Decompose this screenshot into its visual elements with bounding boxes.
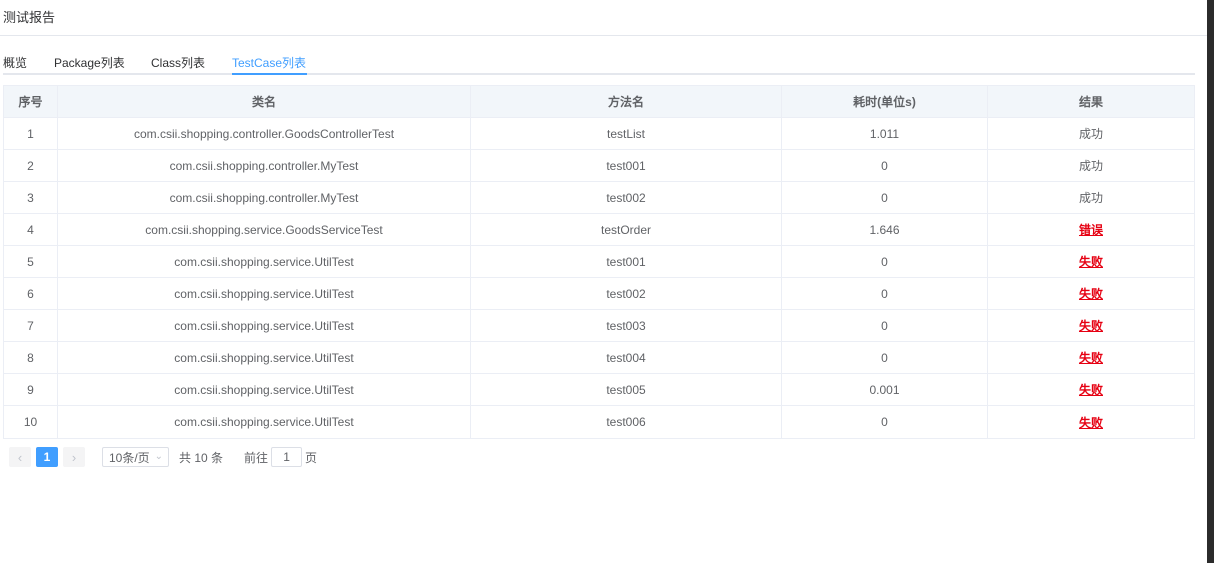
table-row: 4 com.csii.shopping.service.GoodsServiceT… <box>4 214 1194 246</box>
page-size-value: 10条/页 <box>109 450 150 465</box>
cell-result[interactable]: 失败 <box>988 278 1194 309</box>
column-header-method: 方法名 <box>471 86 782 117</box>
cell-index: 6 <box>4 278 58 309</box>
cell-class-name: com.csii.shopping.service.UtilTest <box>58 246 471 277</box>
cell-method-name: test003 <box>471 310 782 341</box>
cell-index: 5 <box>4 246 58 277</box>
cell-class-name: com.csii.shopping.service.GoodsServiceTe… <box>58 214 471 245</box>
cell-result: 成功 <box>1078 191 1103 205</box>
cell-class-name: com.csii.shopping.controller.MyTest <box>58 150 471 181</box>
cell-result[interactable]: 失败 <box>988 406 1194 438</box>
goto-unit: 页 <box>305 450 318 465</box>
table-row: 7 com.csii.shopping.service.UtilTest test0… <box>4 310 1194 342</box>
cell-duration: 1.646 <box>782 214 988 245</box>
cell-method-name: test005 <box>471 374 782 405</box>
cell-class-name: com.csii.shopping.service.UtilTest <box>58 342 471 373</box>
table-row: 10 com.csii.shopping.service.UtilTest test… <box>4 406 1194 438</box>
cell-result[interactable]: 失败 <box>988 374 1194 405</box>
tab-bar: 概览 Package列表 Class列表 TestCase列表 <box>3 48 1195 75</box>
table-row: 5 com.csii.shopping.service.UtilTest test0… <box>4 246 1194 278</box>
cell-class-name: com.csii.shopping.service.UtilTest <box>58 374 471 405</box>
table-row: 1 com.csii.shopping.controller.GoodsContr… <box>4 118 1194 150</box>
table-row: 8 com.csii.shopping.service.UtilTest test0… <box>4 342 1194 374</box>
testcase-table: 序号 类名 方法名 耗时(单位s) 结果 1 com.csii.shopping.… <box>3 85 1195 439</box>
cell-result[interactable]: 失败 <box>988 342 1194 373</box>
cell-method-name: test002 <box>471 278 782 309</box>
tab-overview[interactable]: 概览 <box>3 54 27 75</box>
table-row: 2 com.csii.shopping.controller.MyTest test… <box>4 150 1194 182</box>
cell-duration: 0 <box>782 406 988 438</box>
active-tab-indicator <box>232 73 307 75</box>
cell-class-name: com.csii.shopping.service.UtilTest <box>58 278 471 309</box>
pagination: ‹ 1 › 10条/页 ⌄ 共 10 条 前往 1 页 <box>9 447 317 467</box>
cell-index: 3 <box>4 182 58 213</box>
cell-method-name: test006 <box>471 406 782 438</box>
chevron-left-icon[interactable]: ‹ <box>9 447 31 467</box>
total-count: 共 10 条 <box>179 450 224 465</box>
cell-duration: 0 <box>782 278 988 309</box>
chevron-down-icon: ⌄ <box>154 451 163 462</box>
cell-class-name: com.csii.shopping.service.UtilTest <box>58 406 471 438</box>
tab-package-list[interactable]: Package列表 <box>54 54 125 75</box>
cell-index: 9 <box>4 374 58 405</box>
table-row: 6 com.csii.shopping.service.UtilTest test0… <box>4 278 1194 310</box>
cell-index: 7 <box>4 310 58 341</box>
cell-result: 成功 <box>1078 159 1103 173</box>
cell-duration: 1.011 <box>782 118 988 149</box>
column-header-result: 结果 <box>1078 95 1103 109</box>
cell-duration: 0 <box>782 246 988 277</box>
cell-duration: 0.001 <box>782 374 988 405</box>
cell-result[interactable]: 失败 <box>988 310 1194 341</box>
cell-duration: 0 <box>782 182 988 213</box>
tab-class-list[interactable]: Class列表 <box>151 54 205 75</box>
cell-index: 2 <box>4 150 58 181</box>
cell-duration: 0 <box>782 310 988 341</box>
page-header: 测试报告 <box>0 0 1207 36</box>
cell-class-name: com.csii.shopping.controller.GoodsContro… <box>58 118 471 149</box>
cell-index: 10 <box>4 406 58 438</box>
cell-class-name: com.csii.shopping.service.UtilTest <box>58 310 471 341</box>
cell-result[interactable]: 失败 <box>988 246 1194 277</box>
tab-testcase-list[interactable]: TestCase列表 <box>232 54 306 75</box>
cell-result: 成功 <box>1078 127 1103 141</box>
cell-method-name: test001 <box>471 246 782 277</box>
cell-index: 1 <box>4 118 58 149</box>
table-row: 9 com.csii.shopping.service.UtilTest test0… <box>4 374 1194 406</box>
page-number-current[interactable]: 1 <box>36 447 58 467</box>
cell-result[interactable]: 错误 <box>988 214 1194 245</box>
cell-index: 4 <box>4 214 58 245</box>
cell-method-name: test001 <box>471 150 782 181</box>
table-row: 3 com.csii.shopping.controller.MyTest test… <box>4 182 1194 214</box>
goto-label: 前往 <box>244 450 269 465</box>
cell-duration: 0 <box>782 150 988 181</box>
page-title: 测试报告 <box>3 10 56 25</box>
chevron-right-icon[interactable]: › <box>63 447 85 467</box>
window-edge <box>1207 0 1214 563</box>
column-header-class: 类名 <box>58 86 471 117</box>
column-header-duration: 耗时(单位s) <box>782 86 988 117</box>
cell-duration: 0 <box>782 342 988 373</box>
cell-method-name: testList <box>471 118 782 149</box>
column-header-index: 序号 <box>4 86 58 117</box>
cell-method-name: test004 <box>471 342 782 373</box>
cell-method-name: testOrder <box>471 214 782 245</box>
page-size-select[interactable]: 10条/页 ⌄ <box>102 447 169 467</box>
table-header-row: 序号 类名 方法名 耗时(单位s) 结果 <box>4 86 1194 118</box>
cell-class-name: com.csii.shopping.controller.MyTest <box>58 182 471 213</box>
cell-index: 8 <box>4 342 58 373</box>
goto-page-input[interactable]: 1 <box>271 447 303 467</box>
cell-method-name: test002 <box>471 182 782 213</box>
